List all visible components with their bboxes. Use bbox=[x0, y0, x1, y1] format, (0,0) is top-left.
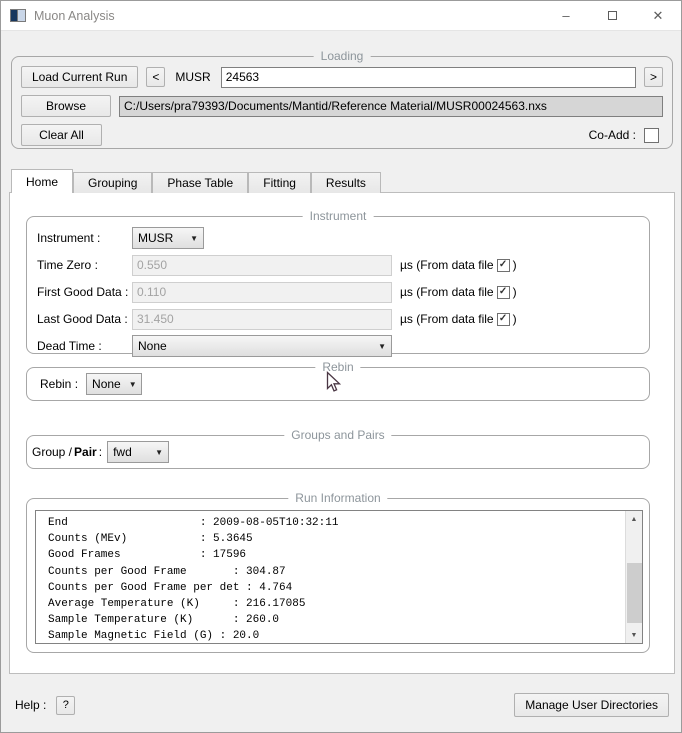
check-icon: ✓ bbox=[498, 313, 508, 324]
clear-all-button[interactable]: Clear All bbox=[21, 124, 102, 146]
scrollbar-thumb[interactable] bbox=[627, 563, 642, 623]
tab-results[interactable]: Results bbox=[310, 172, 381, 193]
group-pair-label-prefix: Group / bbox=[32, 445, 73, 459]
first-good-data-units-label: µs (From data file bbox=[400, 285, 494, 299]
groups-pairs-groupbox: Groups and Pairs Group / Pair : fwd ▼ bbox=[26, 428, 650, 469]
instrument-label: Instrument : bbox=[37, 231, 101, 245]
help-label: Help : bbox=[15, 698, 47, 712]
groups-pairs-legend: Groups and Pairs bbox=[284, 428, 392, 442]
app-icon bbox=[10, 9, 26, 22]
file-path-field: C:/Users/pra79393/Documents/Mantid/Refer… bbox=[119, 95, 663, 117]
rebin-legend: Rebin bbox=[315, 360, 361, 374]
instrument-combobox[interactable]: MUSR ▼ bbox=[132, 227, 204, 249]
first-good-data-from-file-checkbox[interactable]: ✓ bbox=[496, 285, 510, 299]
footer-bar: Help : ? Manage User Directories bbox=[1, 683, 681, 727]
first-good-data-units-close: ) bbox=[512, 285, 517, 299]
run-info-line: Sample Magnetic Field (G) : 20.0 bbox=[48, 630, 260, 643]
run-info-line: Good Frames : 17596 bbox=[48, 549, 247, 562]
window-title: Muon Analysis bbox=[34, 8, 115, 23]
maximize-button[interactable] bbox=[589, 1, 635, 30]
instrument-combobox-value: MUSR bbox=[138, 231, 174, 245]
run-info-line: Counts (MEv) : 5.3645 bbox=[48, 533, 253, 546]
run-info-line: End : 2009-08-05T10:32:11 bbox=[48, 517, 339, 529]
last-good-data-label: Last Good Data : bbox=[37, 312, 128, 326]
last-good-data-units-label: µs (From data file bbox=[400, 312, 494, 326]
loading-groupbox: Loading Load Current Run < MUSR > Browse… bbox=[11, 49, 673, 149]
run-info-line: Sample Temperature (K) : 260.0 bbox=[48, 614, 280, 627]
minimize-icon: – bbox=[562, 8, 570, 23]
run-info-line: Average Temperature (K) : 216.17085 bbox=[48, 598, 306, 611]
vertical-scrollbar[interactable]: ▲ ▼ bbox=[625, 511, 642, 643]
tab-phase-table[interactable]: Phase Table bbox=[152, 172, 249, 193]
run-information-groupbox: Run Information End : 2009-08-05T10:32:1… bbox=[26, 491, 650, 653]
chevron-down-icon: ▼ bbox=[155, 447, 164, 457]
instrument-legend: Instrument bbox=[302, 209, 374, 223]
time-zero-label: Time Zero : bbox=[37, 258, 98, 272]
last-good-data-input bbox=[132, 308, 392, 330]
dead-time-combobox-value: None bbox=[138, 339, 167, 353]
group-pair-combobox[interactable]: fwd ▼ bbox=[107, 441, 170, 463]
title-bar: Muon Analysis – ✕ bbox=[1, 1, 681, 31]
check-icon: ✓ bbox=[498, 259, 508, 270]
run-number-input[interactable] bbox=[220, 66, 636, 88]
close-icon: ✕ bbox=[652, 7, 664, 23]
tab-home[interactable]: Home bbox=[11, 169, 74, 193]
minimize-button[interactable]: – bbox=[543, 1, 589, 30]
time-zero-from-file-checkbox[interactable]: ✓ bbox=[496, 258, 510, 272]
last-good-data-from-file-checkbox[interactable]: ✓ bbox=[496, 312, 510, 326]
co-add-checkbox[interactable] bbox=[644, 127, 659, 143]
scroll-down-icon[interactable]: ▼ bbox=[626, 627, 642, 643]
tab-fitting[interactable]: Fitting bbox=[248, 172, 311, 193]
browse-button[interactable]: Browse bbox=[21, 95, 111, 117]
group-pair-label-bold: Pair bbox=[74, 445, 97, 459]
group-pair-label-suffix: : bbox=[98, 445, 103, 459]
run-info-line: Counts per Good Frame per det : 4.764 bbox=[48, 581, 293, 594]
chevron-down-icon: ▼ bbox=[128, 379, 137, 389]
run-information-text: End : 2009-08-05T10:32:11 Counts (MEv) : … bbox=[36, 511, 625, 643]
rebin-label: Rebin : bbox=[40, 377, 79, 391]
chevron-down-icon: ▼ bbox=[378, 341, 386, 351]
manage-user-directories-button[interactable]: Manage User Directories bbox=[514, 693, 669, 717]
load-current-run-button[interactable]: Load Current Run bbox=[21, 66, 139, 88]
rebin-combobox-value: None bbox=[92, 377, 121, 391]
close-button[interactable]: ✕ bbox=[635, 1, 681, 30]
check-icon: ✓ bbox=[498, 286, 508, 297]
instrument-prefix-label: MUSR bbox=[175, 70, 211, 84]
dead-time-combobox[interactable]: None ▼ bbox=[132, 335, 392, 357]
muon-analysis-window: Muon Analysis – ✕ Loading Load Current R… bbox=[0, 0, 682, 733]
dead-time-label: Dead Time : bbox=[37, 339, 102, 353]
scroll-up-icon[interactable]: ▲ bbox=[626, 511, 642, 527]
chevron-down-icon: ▼ bbox=[190, 233, 198, 243]
run-information-textarea[interactable]: End : 2009-08-05T10:32:11 Counts (MEv) : … bbox=[35, 510, 643, 644]
next-run-button[interactable]: > bbox=[644, 67, 663, 87]
time-zero-units-close: ) bbox=[512, 258, 517, 272]
help-button[interactable]: ? bbox=[56, 695, 76, 715]
last-good-data-units-close: ) bbox=[512, 312, 517, 326]
tab-bar: Home Grouping Phase Table Fitting Result… bbox=[11, 169, 381, 193]
first-good-data-input bbox=[132, 281, 392, 303]
tab-grouping[interactable]: Grouping bbox=[73, 172, 153, 193]
rebin-groupbox: Rebin Rebin : None ▼ bbox=[26, 360, 650, 401]
time-zero-units-label: µs (From data file bbox=[400, 258, 494, 272]
time-zero-input bbox=[132, 254, 392, 276]
run-information-legend: Run Information bbox=[288, 491, 388, 505]
loading-legend: Loading bbox=[313, 49, 371, 63]
co-add-label: Co-Add : bbox=[588, 128, 636, 142]
rebin-combobox[interactable]: None ▼ bbox=[86, 373, 143, 395]
maximize-icon bbox=[607, 11, 617, 20]
previous-run-button[interactable]: < bbox=[146, 67, 166, 87]
group-pair-combobox-value: fwd bbox=[113, 445, 132, 459]
run-info-line: Counts per Good Frame : 304.87 bbox=[48, 565, 286, 578]
instrument-groupbox: Instrument Instrument : MUSR ▼ Time Zero… bbox=[26, 209, 650, 357]
first-good-data-label: First Good Data : bbox=[37, 285, 129, 299]
